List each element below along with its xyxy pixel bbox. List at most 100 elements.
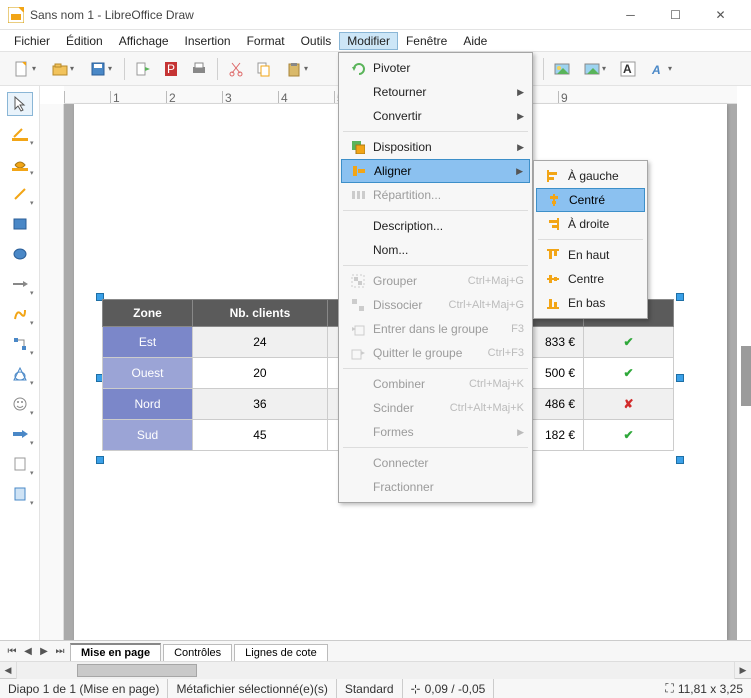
menu-modifier[interactable]: Modifier [339, 32, 398, 50]
curve-tool[interactable]: ▾ [7, 302, 33, 326]
align-right[interactable]: À droite [536, 212, 645, 236]
cut-button[interactable] [224, 57, 248, 81]
objects-tool[interactable]: ▾ [7, 482, 33, 506]
tab-nav-prev[interactable]: ◀ [20, 646, 36, 657]
menu-scinder[interactable]: ScinderCtrl+Alt+Maj+K [341, 396, 530, 420]
status-slide: Diapo 1 de 1 (Mise en page) [0, 679, 168, 698]
window-title: Sans nom 1 - LibreOffice Draw [30, 8, 608, 22]
svg-text:A: A [623, 62, 632, 76]
left-toolbox: ▾ ▾ ▾ ▾ ▾ ▾ ▾ ▾ ▾ ▾ ▾ [0, 86, 40, 640]
col-clients: Nb. clients [193, 300, 328, 327]
menu-fichier[interactable]: Fichier [6, 32, 58, 50]
line-tool[interactable]: ▾ [7, 182, 33, 206]
pdf-button[interactable]: P [159, 57, 183, 81]
modifier-menu: Pivoter Retourner▶ Convertir▶ Dispositio… [338, 52, 533, 503]
menu-entrer-groupe[interactable]: Entrer dans le groupeF3 [341, 317, 530, 341]
menu-aligner[interactable]: Aligner▶ [341, 159, 530, 183]
selection-handle[interactable] [676, 293, 684, 301]
close-button[interactable]: ✕ [698, 0, 743, 30]
tab-mise-en-page[interactable]: Mise en page [70, 643, 161, 661]
menu-retourner[interactable]: Retourner▶ [341, 80, 530, 104]
tab-nav-first[interactable]: ⏮ [4, 646, 20, 657]
status-bar: Diapo 1 de 1 (Mise en page) Métafichier … [0, 678, 751, 698]
open-button[interactable] [46, 57, 80, 81]
paste-button[interactable] [280, 57, 314, 81]
scroll-right-button[interactable]: ▶ [734, 662, 751, 679]
status-selection: Métafichier sélectionné(e)(s) [168, 679, 336, 698]
menu-outils[interactable]: Outils [293, 32, 340, 50]
image-button[interactable] [550, 57, 574, 81]
app-icon [8, 7, 24, 23]
menu-connecter[interactable]: Connecter [341, 451, 530, 475]
scroll-track[interactable] [17, 662, 734, 679]
canvas-shadow-right [727, 104, 737, 640]
menu-edition[interactable]: Édition [58, 32, 111, 50]
menu-repartition[interactable]: Répartition... [341, 183, 530, 207]
menu-disposition[interactable]: Disposition▶ [341, 135, 530, 159]
horizontal-scrollbar[interactable]: ◀ ▶ [0, 661, 751, 678]
tab-lignes-de-cote[interactable]: Lignes de cote [234, 644, 328, 661]
cross-icon: ✘ [623, 397, 633, 411]
save-button[interactable] [84, 57, 118, 81]
menu-combiner[interactable]: CombinerCtrl+Maj+K [341, 372, 530, 396]
tab-nav-next[interactable]: ▶ [36, 646, 52, 657]
selection-tool[interactable] [7, 92, 33, 116]
rect-tool[interactable] [7, 212, 33, 236]
shapes-tool[interactable]: ▾ [7, 362, 33, 386]
menu-fractionner[interactable]: Fractionner [341, 475, 530, 499]
print-button[interactable] [187, 57, 211, 81]
copy-button[interactable] [252, 57, 276, 81]
scroll-left-button[interactable]: ◀ [0, 662, 17, 679]
tab-controles[interactable]: Contrôles [163, 644, 232, 661]
menu-convertir[interactable]: Convertir▶ [341, 104, 530, 128]
arrow-tool[interactable]: ▾ [7, 272, 33, 296]
text-box-button[interactable]: A [616, 57, 640, 81]
col-zone: Zone [103, 300, 193, 327]
align-left[interactable]: À gauche [536, 164, 645, 188]
fill-color-tool[interactable]: ▾ [7, 152, 33, 176]
page-zoom-tool[interactable]: ▾ [7, 452, 33, 476]
aligner-submenu: À gauche Centré À droite En haut Centre … [533, 160, 648, 319]
vertical-ruler [40, 104, 64, 640]
align-center-v[interactable]: Centre [536, 267, 645, 291]
emoji-tool[interactable]: ▾ [7, 392, 33, 416]
selection-handle[interactable] [676, 374, 684, 382]
status-size: ⛶11,81 x 3,25 [657, 679, 751, 698]
menu-aide[interactable]: Aide [455, 32, 495, 50]
menu-formes[interactable]: Formes▶ [341, 420, 530, 444]
menu-fenetre[interactable]: Fenêtre [398, 32, 455, 50]
line-color-tool[interactable]: ▾ [7, 122, 33, 146]
export-button[interactable] [131, 57, 155, 81]
selection-handle[interactable] [96, 456, 104, 464]
tab-nav-last[interactable]: ⏭ [52, 646, 68, 657]
status-coords: ⊹0,09 / -0,05 [403, 679, 495, 698]
side-panel-expander[interactable] [741, 346, 751, 406]
image2-button[interactable] [578, 57, 612, 81]
menu-pivoter[interactable]: Pivoter [341, 56, 530, 80]
minimize-button[interactable]: ─ [608, 0, 653, 30]
menu-format[interactable]: Format [239, 32, 293, 50]
new-doc-button[interactable] [8, 57, 42, 81]
check-icon: ✔ [623, 366, 633, 380]
align-center-h[interactable]: Centré [536, 188, 645, 212]
menu-nom[interactable]: Nom... [341, 238, 530, 262]
selection-handle[interactable] [676, 456, 684, 464]
menu-dissocier[interactable]: DissocierCtrl+Alt+Maj+G [341, 293, 530, 317]
menu-insertion[interactable]: Insertion [177, 32, 239, 50]
menu-bar: Fichier Édition Affichage Insertion Form… [0, 30, 751, 52]
maximize-button[interactable]: ☐ [653, 0, 698, 30]
align-top[interactable]: En haut [536, 243, 645, 267]
connector-tool[interactable]: ▾ [7, 332, 33, 356]
svg-text:A: A [651, 63, 661, 77]
arrow-shapes-tool[interactable]: ▾ [7, 422, 33, 446]
menu-quitter-groupe[interactable]: Quitter le groupeCtrl+F3 [341, 341, 530, 365]
fontwork-button[interactable]: A [644, 57, 678, 81]
scroll-thumb[interactable] [77, 664, 197, 677]
align-bottom[interactable]: En bas [536, 291, 645, 315]
menu-grouper[interactable]: GrouperCtrl+Maj+G [341, 269, 530, 293]
title-bar: Sans nom 1 - LibreOffice Draw ─ ☐ ✕ [0, 0, 751, 30]
menu-affichage[interactable]: Affichage [111, 32, 177, 50]
ellipse-tool[interactable] [7, 242, 33, 266]
canvas-shadow-left [64, 104, 74, 640]
menu-description[interactable]: Description... [341, 214, 530, 238]
